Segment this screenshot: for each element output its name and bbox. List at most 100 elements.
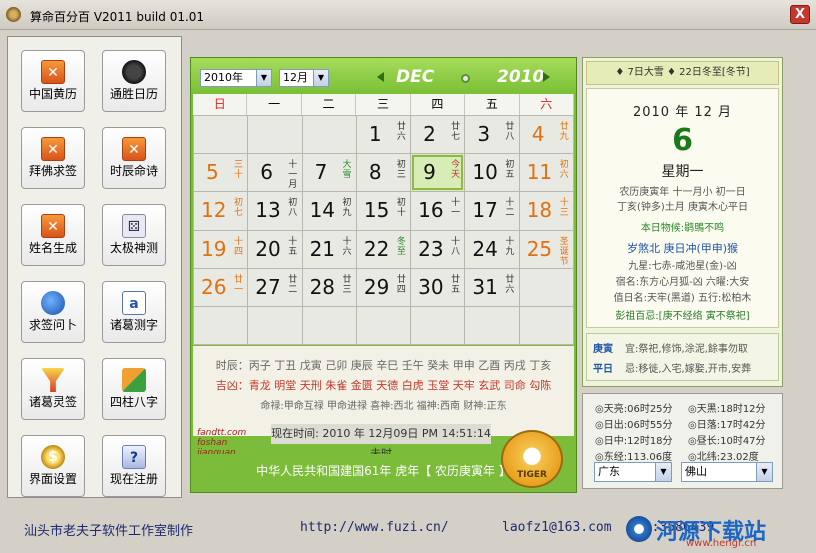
menu-button-register[interactable]: ? 现在注册 (102, 435, 166, 497)
website-link[interactable]: http://www.fuzi.cn/ (300, 520, 449, 535)
calendar-panel: 2010年 ▼ 12月 ▼ DEC 2010 日 一 二 三 四 五 六 1 廿六 2 廿… (190, 57, 577, 493)
calendar-day-cell[interactable]: 12 初七 (194, 192, 248, 230)
calendar-day-cell[interactable]: 26 廿一 (194, 268, 248, 306)
menu-button-lingqian[interactable]: 诸葛灵签 (21, 358, 85, 420)
calendar-day-cell[interactable]: 14 初九 (302, 192, 356, 230)
lunar-date: 廿六 (505, 274, 515, 295)
city-select[interactable]: 佛山 ▼ (681, 462, 773, 482)
calendar-day-cell[interactable]: 25 圣诞节 (519, 230, 573, 268)
calendar-day-cell[interactable]: 10 初五 (465, 154, 519, 192)
calendar-day-cell[interactable]: 1 廿六 (356, 116, 411, 154)
today-dot-icon[interactable] (461, 74, 470, 83)
email-link[interactable]: laofz1@163.com (502, 520, 612, 535)
calendar-day-cell[interactable]: 29 廿四 (356, 268, 411, 306)
menu-label: 界面设置 (28, 472, 77, 486)
calendar-day-cell[interactable]: 13 初八 (248, 192, 302, 230)
calendar-day-cell[interactable]: 17 十二 (465, 192, 519, 230)
year-select[interactable]: 2010年 ▼ (200, 69, 272, 87)
lunar-date: 廿三 (342, 274, 352, 295)
day-number: 16 (418, 198, 444, 223)
detail-weekday: 星期一 (661, 164, 704, 180)
calendar-day-cell[interactable]: 15 初十 (356, 192, 411, 230)
calendar-day-cell[interactable]: 5 三十 (194, 154, 248, 192)
orange-x-icon: ✕ (41, 137, 65, 161)
menu-label: 求签问卜 (28, 318, 77, 332)
day-number: 23 (418, 236, 444, 261)
calendar-day-cell[interactable]: 27 廿二 (248, 268, 302, 306)
chevron-down-icon: ▼ (313, 70, 328, 86)
weekday-sat: 六 (520, 94, 574, 115)
calendar-day-cell[interactable]: 18 十三 (519, 192, 573, 230)
menu-label: 四柱八字 (109, 395, 158, 409)
day-number: 10 (472, 160, 498, 185)
menu-label: 拜佛求签 (28, 164, 77, 178)
next-month-arrow-icon[interactable] (543, 72, 550, 82)
calendar-day-cell (302, 116, 356, 154)
menu-button-huangli[interactable]: ✕ 中国黄历 (21, 50, 85, 112)
menu-button-bazi[interactable]: 四柱八字 (102, 358, 166, 420)
month-select[interactable]: 12月 ▼ (279, 69, 329, 87)
coins-icon: $ (41, 445, 65, 469)
menu-button-settings[interactable]: $ 界面设置 (21, 435, 85, 497)
calendar-day-cell[interactable]: 3 廿八 (465, 116, 519, 154)
close-button[interactable]: X (790, 5, 810, 24)
lunar-date: 初七 (233, 198, 243, 219)
menu-button-mingshi[interactable]: ✕ 时辰命诗 (102, 127, 166, 189)
calendar-day-cell[interactable]: 19 十四 (194, 230, 248, 268)
calendar-day-cell[interactable]: 28 廿三 (302, 268, 356, 306)
day-number: 26 (201, 274, 227, 299)
menu-button-qiuqian[interactable]: ✕ 拜佛求签 (21, 127, 85, 189)
day-number: 4 (531, 122, 545, 146)
lunar-date: 廿八 (505, 122, 515, 142)
prev-month-arrow-icon[interactable] (377, 72, 384, 82)
day-number: 2 (423, 122, 436, 146)
calendar-day-cell[interactable]: 9 今天 (411, 154, 465, 192)
calendar-day-cell[interactable]: 8 初三 (356, 154, 411, 192)
orange-x-icon: ✕ (41, 60, 65, 84)
calendar-day-cell[interactable]: 24 十九 (465, 230, 519, 268)
calendar-day-cell[interactable]: 31 廿六 (465, 268, 519, 306)
day-number: 24 (472, 236, 498, 261)
day-number: 15 (363, 198, 390, 223)
calendar-day-cell[interactable]: 23 十八 (411, 230, 465, 268)
calendar-day-cell[interactable]: 2 廿七 (411, 116, 465, 154)
solar-terms: ♦ 7日大雪 ♦ 22日冬至[冬节] (586, 61, 779, 85)
calendar-day-cell[interactable]: 22 冬至 (356, 230, 411, 268)
app-icon (6, 7, 21, 22)
calendar-day-cell[interactable]: 6 十一月 (248, 154, 302, 192)
menu-button-taiji[interactable]: ⚄ 太极神测 (102, 204, 166, 266)
menu-button-wenbu[interactable]: 求签问卜 (21, 281, 85, 343)
calendar-day-cell[interactable]: 11 初六 (519, 154, 573, 192)
lunar-date: 廿九 (559, 122, 569, 142)
calendar-day-cell[interactable]: 20 十五 (248, 230, 302, 268)
year-label: 2010 (497, 67, 545, 87)
calendar-day-cell[interactable]: 21 十六 (302, 230, 356, 268)
calendar-day-cell[interactable]: 30 廿五 (411, 268, 465, 306)
orange-x-icon: ✕ (122, 137, 146, 161)
calendar-day-cell[interactable]: 16 十一 (411, 192, 465, 230)
calendar-day-cell (411, 306, 465, 344)
calendar-day-cell[interactable]: 7 大雪 (302, 154, 356, 192)
menu-button-cezi[interactable]: a 诸葛测字 (102, 281, 166, 343)
logo-line1: fandtt.com (197, 428, 247, 438)
weekday-wed: 三 (356, 94, 411, 115)
watermark: 河源下载站 www.hengr.cn (626, 514, 806, 549)
detail-pengzu: 彭祖百忌:[庚不经络 寅不祭祀] (615, 311, 750, 322)
weekday-fri: 五 (465, 94, 520, 115)
month-select-value: 12月 (283, 71, 308, 84)
lunar-date: 廿五 (451, 274, 461, 295)
province-select[interactable]: 广东 ▼ (594, 462, 672, 482)
menu-button-xingming[interactable]: ✕ 姓名生成 (21, 204, 85, 266)
lunar-date: 初五 (505, 160, 515, 181)
menu-label: 时辰命诗 (109, 164, 158, 178)
weekday-thu: 四 (411, 94, 466, 115)
menu-button-tongsheng[interactable]: 通胜日历 (102, 50, 166, 112)
calendar-day-cell (194, 116, 248, 154)
day-number: 9 (423, 160, 436, 185)
day-detail: 2010 年 12 月 6 星期一 农历庚寅年 十一月小 初一日 丁亥(钟多)土… (586, 88, 779, 328)
calendar-day-cell[interactable]: 4 廿九 (519, 116, 573, 154)
lunar-date: 十八 (451, 236, 461, 257)
lunar-date: 廿一 (233, 274, 243, 295)
lunar-date: 初九 (342, 198, 352, 219)
lunar-date: 初三 (396, 160, 406, 181)
